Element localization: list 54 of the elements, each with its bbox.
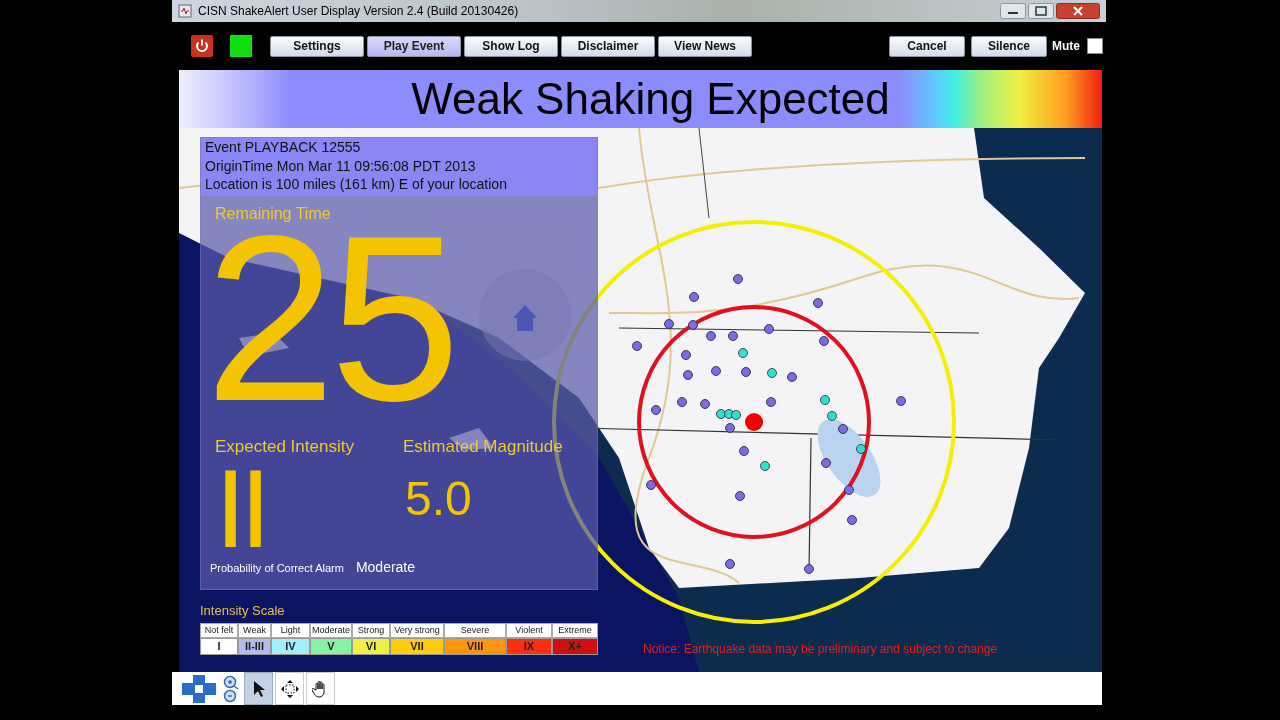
- scale-numeral-cell: X+: [552, 638, 598, 655]
- remaining-time-value: 25: [205, 228, 455, 425]
- scale-label-cell: Severe: [444, 623, 506, 638]
- scale-numeral-cell: IV: [271, 638, 310, 655]
- minimize-button[interactable]: [1000, 3, 1026, 19]
- magnitude-value: 5.0: [404, 470, 473, 527]
- toolbar-button[interactable]: Disclaimer: [561, 35, 655, 57]
- toolbar-button[interactable]: Show Log: [464, 35, 558, 57]
- probability-label: Probability of Correct Alarm: [210, 561, 344, 574]
- toolbar-button[interactable]: Play Event: [367, 35, 461, 57]
- magnitude-label: Estimated Magnitude: [403, 436, 563, 457]
- scale-numeral-cell: VII: [390, 638, 444, 655]
- pointer-tool-button[interactable]: [244, 672, 273, 705]
- scale-label-cell: Weak: [238, 623, 271, 638]
- remaining-time-label: Remaining Time: [215, 204, 331, 223]
- scale-label-cell: Very strong: [390, 623, 444, 638]
- scale-label-cell: Violent: [506, 623, 552, 638]
- probability-value: Moderate: [355, 558, 416, 575]
- toolbar-button[interactable]: View News: [658, 35, 752, 57]
- scale-numeral-cell: VIII: [444, 638, 506, 655]
- window-title: CISN ShakeAlert User Display Version 2.4 (Build 20130426): [198, 4, 519, 18]
- zoom-icon: [223, 674, 239, 703]
- maximize-button[interactable]: [1028, 3, 1054, 19]
- mute-label: Mute: [1052, 39, 1080, 53]
- event-info-line: Location is 100 miles (161 km) E of your location: [205, 175, 508, 194]
- intensity-value: II: [215, 460, 266, 557]
- mute-checkbox[interactable]: [1087, 38, 1103, 54]
- scale-numeral-cell: V: [310, 638, 352, 655]
- epicenter-marker: [745, 413, 763, 431]
- scale-numeral-cell: IX: [506, 638, 552, 655]
- alert-heading: Weak Shaking Expected: [410, 74, 890, 124]
- scale-label-cell: Not felt: [200, 623, 238, 638]
- scale-label-cell: Extreme: [552, 623, 598, 638]
- scale-numeral-cell: I: [200, 638, 238, 655]
- scale-numeral-cell: II-III: [238, 638, 271, 655]
- intensity-label: Expected Intensity: [215, 436, 355, 457]
- close-button[interactable]: [1056, 3, 1100, 19]
- move-tool-button[interactable]: [275, 672, 304, 705]
- power-button[interactable]: [191, 35, 213, 57]
- move-icon: [280, 679, 299, 698]
- navigate-tool-button[interactable]: [180, 672, 218, 705]
- event-info-line: OriginTime Mon Mar 11 09:56:08 PDT 2013: [205, 156, 477, 175]
- event-info-line: Event PLAYBACK 12555: [205, 138, 362, 157]
- notice-text: Notice: Earthquake data may be preliminary and subject to change: [643, 642, 998, 656]
- scale-label-cell: Moderate: [310, 623, 352, 638]
- toolbar-button[interactable]: Cancel: [889, 35, 965, 57]
- toolbar-button[interactable]: Silence: [971, 35, 1047, 57]
- toolbar-button[interactable]: Settings: [270, 35, 364, 57]
- pan-tool-button[interactable]: [306, 672, 335, 705]
- scale-title: Intensity Scale: [200, 603, 286, 618]
- scale-numeral-cell: VI: [352, 638, 390, 655]
- scale-label-cell: Light: [271, 623, 310, 638]
- app-icon: [178, 4, 192, 18]
- scale-label-cell: Strong: [352, 623, 390, 638]
